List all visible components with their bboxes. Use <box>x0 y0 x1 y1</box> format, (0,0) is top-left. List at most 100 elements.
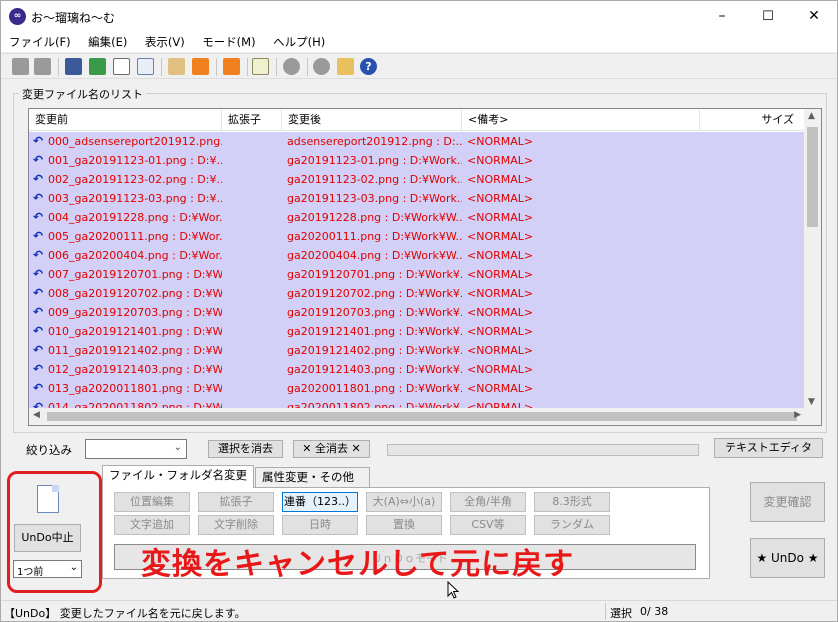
refresh-icon[interactable] <box>89 58 106 75</box>
scroll-up-icon[interactable]: ▲ <box>808 111 815 121</box>
add-text-button[interactable]: 文字追加 <box>114 515 190 535</box>
scroll-down-icon[interactable]: ▼ <box>808 397 815 407</box>
table-row[interactable]: ↶ 002_ga20191123-02.png : D:¥... ga2019112… <box>29 170 805 189</box>
table-row[interactable]: ↶ 012_ga2019121403.png : D:¥W... ga2019121… <box>29 360 805 379</box>
table-row[interactable]: ↶ 001_ga20191123-01.png : D:¥... ga2019112… <box>29 151 805 170</box>
table-row[interactable]: ↶ 008_ga2019120702.png : D:¥W... ga2019120… <box>29 284 805 303</box>
annotation-overlay: 変換をキャンセルして元に戻す <box>141 547 575 582</box>
cell-extension <box>222 246 282 265</box>
column-size[interactable]: サイズ <box>700 109 800 131</box>
cell-after: ga2019120703.png : D:¥Work¥... <box>287 306 462 319</box>
case-convert-button[interactable]: 大(A)⇔小(a) <box>366 492 442 512</box>
cell-after: ga20191123-03.png : D:¥Work... <box>287 192 462 205</box>
undo-button[interactable]: ★ UnDo ★ <box>750 538 825 578</box>
sequence-number-button[interactable]: 連番（123..） <box>282 492 358 512</box>
table-row[interactable]: ↶ 003_ga20191123-03.png : D:¥... ga2019112… <box>29 189 805 208</box>
cell-before: 003_ga20191123-03.png : D:¥... <box>48 192 222 205</box>
table-row[interactable]: ↶ 007_ga2019120701.png : D:¥W... ga2019120… <box>29 265 805 284</box>
cell-after: ga20191228.png : D:¥Work¥W... <box>287 211 462 224</box>
table-row[interactable]: ↶ 009_ga2019120703.png : D:¥W... ga2019120… <box>29 303 805 322</box>
undo-step-value: 1つ前 <box>17 567 44 578</box>
paste-icon[interactable] <box>168 58 185 75</box>
cell-note: <NORMAL> <box>467 154 534 167</box>
cell-before: 013_ga2020011801.png : D:¥W... <box>48 382 222 395</box>
stop-icon[interactable] <box>283 58 300 75</box>
format-83-button[interactable]: 8.3形式 <box>534 492 610 512</box>
column-extension[interactable]: 拡張子 <box>222 109 282 131</box>
file-list[interactable]: 変更前 拡張子 変更後 <備考> サイズ ↶ 000_adsensereport2… <box>28 108 822 426</box>
table-row[interactable]: ↶ 010_ga2019121401.png : D:¥W... ga2019121… <box>29 322 805 341</box>
replace-button[interactable]: 置換 <box>366 515 442 535</box>
vertical-scroll-thumb[interactable] <box>807 127 818 227</box>
cell-before: 011_ga2019121402.png : D:¥W... <box>48 344 222 357</box>
confirm-change-button[interactable]: 変更確認 <box>750 482 825 522</box>
column-before[interactable]: 変更前 <box>29 109 222 131</box>
cell-after: ga20200404.png : D:¥Work¥W... <box>287 249 462 262</box>
minimize-button[interactable]: – <box>699 1 745 32</box>
help-icon[interactable]: ? <box>360 58 377 75</box>
cell-after: ga2020011801.png : D:¥Work¥... <box>287 382 462 395</box>
csv-button[interactable]: CSV等 <box>450 515 526 535</box>
scroll-left-icon[interactable]: ◀ <box>33 410 40 420</box>
random-button[interactable]: ランダム <box>534 515 610 535</box>
column-after[interactable]: 変更後 <box>282 109 462 131</box>
cell-after: ga20191123-02.png : D:¥Work... <box>287 173 462 186</box>
column-note[interactable]: <備考> <box>462 109 700 131</box>
menu-help[interactable]: ヘルプ(H) <box>265 32 331 51</box>
undo-step-chevron-icon[interactable]: ⌄ <box>70 562 78 573</box>
forward-icon[interactable] <box>34 58 51 75</box>
cell-note: <NORMAL> <box>467 287 534 300</box>
move-down-icon[interactable] <box>223 58 240 75</box>
horizontal-scroll-thumb[interactable] <box>47 412 797 421</box>
move-up-icon[interactable] <box>192 58 209 75</box>
extension-button[interactable]: 拡張子 <box>198 492 274 512</box>
text-editor-button[interactable]: テキストエディタ <box>714 438 823 458</box>
table-row[interactable]: ↶ 005_ga20200111.png : D:¥Wor... ga2020011… <box>29 227 805 246</box>
cell-after: ga20200111.png : D:¥Work¥W... <box>287 230 462 243</box>
menu-view[interactable]: 表示(V) <box>137 32 191 51</box>
menu-edit[interactable]: 編集(E) <box>80 32 133 51</box>
table-row[interactable]: ↶ 013_ga2020011801.png : D:¥W... ga2020011… <box>29 379 805 398</box>
delete-text-button[interactable]: 文字削除 <box>198 515 274 535</box>
save-icon[interactable] <box>65 58 82 75</box>
close-button[interactable]: ✕ <box>791 1 837 32</box>
filter-progress-bar <box>387 444 699 456</box>
horizontal-scrollbar[interactable]: ◀ ▶ <box>29 408 821 425</box>
vertical-scrollbar[interactable]: ▲ ▼ <box>804 109 821 409</box>
toolbar: ? <box>1 53 837 79</box>
cell-before: 005_ga20200111.png : D:¥Wor... <box>48 230 222 243</box>
cut-icon[interactable] <box>113 58 130 75</box>
table-row[interactable]: ↶ 004_ga20191228.png : D:¥Wor... ga2019122… <box>29 208 805 227</box>
cell-note: <NORMAL> <box>467 173 534 186</box>
clear-selection-button[interactable]: 選択を消去 <box>208 440 283 458</box>
width-convert-button[interactable]: 全角/半角 <box>450 492 526 512</box>
title-bar: ∞ お～瑠璃ね～む – ☐ ✕ <box>1 1 837 32</box>
settings-icon[interactable] <box>337 58 354 75</box>
cell-extension <box>222 284 282 303</box>
tab-file-folder-rename[interactable]: ファイル・フォルダ名変更 <box>102 465 254 488</box>
stop-all-icon[interactable] <box>313 58 330 75</box>
cell-extension <box>222 151 282 170</box>
menu-mode[interactable]: モード(M) <box>194 32 261 51</box>
cell-extension <box>222 132 282 151</box>
filter-combo[interactable]: ⌄ <box>85 439 187 459</box>
execute-icon[interactable] <box>252 58 269 75</box>
tab-attributes-other[interactable]: 属性変更・その他 <box>255 467 370 488</box>
table-row[interactable]: ↶ 006_ga20200404.png : D:¥Wor... ga2020040… <box>29 246 805 265</box>
chevron-down-icon[interactable]: ⌄ <box>174 442 182 453</box>
cell-before: 001_ga20191123-01.png : D:¥... <box>48 154 222 167</box>
copy-icon[interactable] <box>137 58 154 75</box>
menu-file[interactable]: ファイル(F) <box>1 32 77 51</box>
cell-extension <box>222 322 282 341</box>
table-row[interactable]: ↶ 011_ga2019121402.png : D:¥W... ga2019121… <box>29 341 805 360</box>
scroll-right-icon[interactable]: ▶ <box>794 410 801 420</box>
back-icon[interactable] <box>12 58 29 75</box>
clear-all-button[interactable]: ✕ 全消去 ✕ <box>293 440 370 458</box>
position-edit-button[interactable]: 位置編集 <box>114 492 190 512</box>
undo-step-select[interactable]: 1つ前 ⌄ <box>13 560 82 578</box>
datetime-button[interactable]: 日時 <box>282 515 358 535</box>
undo-cancel-button[interactable]: UnDo中止 <box>14 524 81 552</box>
cell-extension <box>222 208 282 227</box>
table-row[interactable]: ↶ 000_adsensereport201912.png... adsensere… <box>29 132 805 151</box>
maximize-button[interactable]: ☐ <box>745 1 791 32</box>
